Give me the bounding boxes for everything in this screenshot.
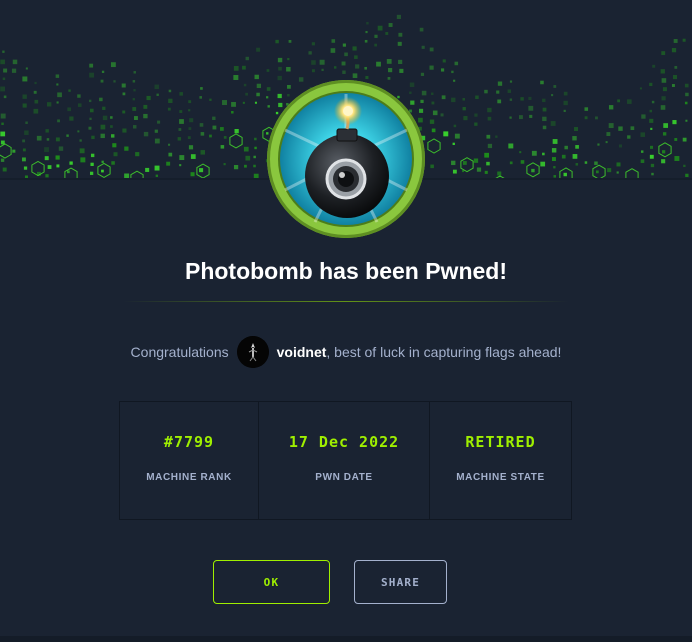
user-avatar-icon: [236, 336, 269, 368]
congratulations-message: Congratulations voidnet , best of luck i…: [0, 336, 692, 368]
user-avatar[interactable]: [236, 336, 269, 368]
stats-panel: #7799 MACHINE RANK 17 Dec 2022 PWN DATE …: [119, 401, 572, 520]
stat-pwn-date: 17 Dec 2022 PWN DATE: [259, 402, 430, 519]
pwn-date-label: PWN DATE: [315, 472, 373, 483]
congrats-suffix: , best of luck in capturing flags ahead!: [326, 344, 562, 360]
pwn-date-value: 17 Dec 2022: [288, 433, 400, 451]
share-button[interactable]: SHARE: [354, 560, 447, 604]
bomb-icon: [278, 91, 414, 227]
title-divider: [123, 301, 569, 302]
ok-button[interactable]: OK: [213, 560, 330, 604]
pwned-title: Photobomb has been Pwned!: [184, 258, 507, 284]
congrats-prefix: Congratulations: [130, 344, 229, 360]
stat-machine-rank: #7799 MACHINE RANK: [120, 402, 259, 519]
machine-avatar: [267, 80, 425, 238]
machine-state-value: RETIRED: [465, 433, 536, 451]
username[interactable]: voidnet: [277, 344, 327, 360]
machine-rank-label: MACHINE RANK: [146, 472, 232, 483]
bottom-edge: [0, 636, 692, 642]
stat-machine-state: RETIRED MACHINE STATE: [430, 402, 571, 519]
machine-state-label: MACHINE STATE: [456, 472, 545, 483]
machine-rank-value: #7799: [163, 433, 215, 451]
